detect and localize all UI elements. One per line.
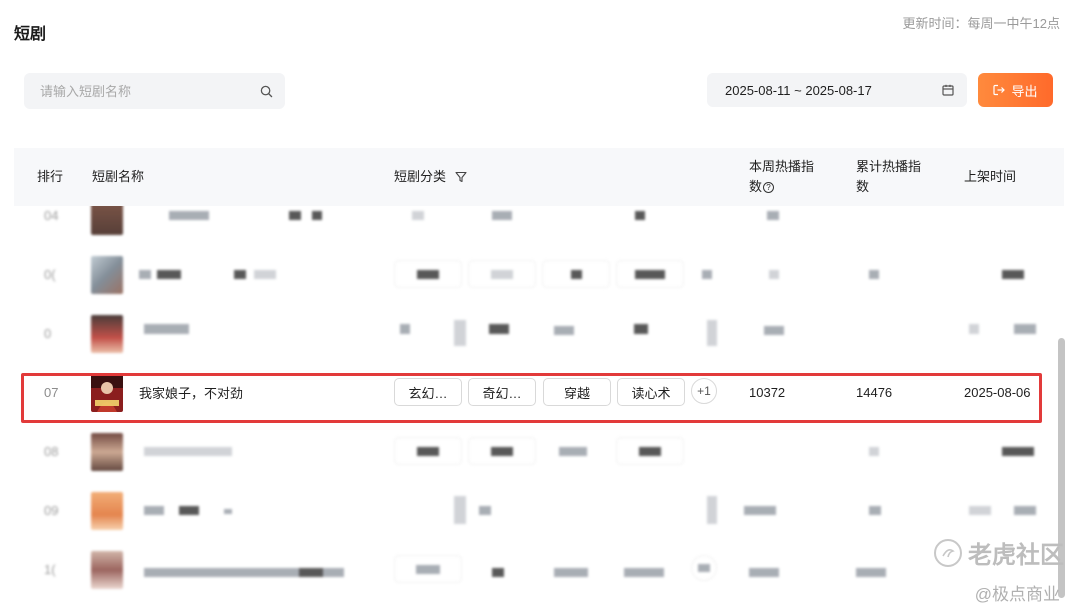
tiger-logo-icon	[934, 538, 962, 567]
rank-cell: 08	[44, 444, 59, 459]
drama-poster[interactable]	[91, 373, 123, 412]
rank-cell: 09	[44, 503, 59, 518]
search-box[interactable]	[24, 73, 285, 109]
header-category[interactable]: 短剧分类	[394, 148, 468, 206]
help-icon[interactable]: ?	[763, 182, 775, 193]
release-date-value: 2025-08-06	[964, 385, 1031, 400]
watermark: 老虎社区	[934, 535, 1064, 570]
watermark-sub: @极点商业	[974, 585, 1060, 604]
category-tag[interactable]: 穿越	[543, 378, 611, 406]
more-tags-badge[interactable]: +1	[691, 378, 717, 404]
header-weekly-heat-line2: 数	[749, 179, 763, 194]
date-range-picker[interactable]: 2025-08-11 ~ 2025-08-17	[707, 73, 967, 107]
calendar-icon[interactable]	[941, 83, 955, 97]
header-total-heat-line1: 累计热播指	[856, 159, 922, 174]
table-header: 排行 短剧名称 短剧分类 本周热播指 数? 累计热播指 数 上架时间	[14, 148, 1064, 206]
page-title: 短剧	[14, 26, 47, 43]
header-total-heat-line2: 数	[856, 179, 870, 194]
header-rank: 排行	[37, 169, 64, 184]
date-range-value: 2025-08-11 ~ 2025-08-17	[725, 82, 872, 98]
table-row-highlighted[interactable]: 07 我家娘子，不对劲 玄幻… 奇幻… 穿越 读心术 +1 10372 1447…	[14, 363, 1064, 422]
drama-poster	[91, 491, 123, 530]
weekly-heat-value: 10372	[749, 385, 786, 400]
table-row[interactable]: 0	[14, 304, 1064, 363]
total-heat-value: 14476	[856, 385, 893, 400]
drama-ranking-table: 排行 短剧名称 短剧分类 本周热播指 数? 累计热播指 数 上架时间 04 0(	[14, 148, 1064, 614]
export-icon	[993, 84, 1006, 96]
header-weekly-heat-line1: 本周热播指	[749, 159, 815, 174]
header-release-date: 上架时间	[964, 169, 1017, 184]
drama-name[interactable]: 我家娘子，不对劲	[139, 363, 243, 422]
header-name: 短剧名称	[92, 169, 145, 184]
drama-poster	[91, 432, 123, 471]
rank-cell: 0(	[44, 267, 56, 282]
rank-cell: 0	[44, 326, 52, 341]
table-row[interactable]: 08	[14, 422, 1064, 481]
header-total-heat[interactable]: 累计热播指 数	[856, 148, 921, 206]
drama-poster	[91, 314, 123, 353]
category-tag[interactable]: 玄幻…	[394, 378, 462, 406]
export-label: 导出	[1011, 83, 1038, 99]
drama-poster	[91, 550, 123, 589]
search-icon[interactable]	[259, 84, 273, 98]
category-tag[interactable]: 读心术	[617, 378, 685, 406]
rank-cell: 07	[44, 385, 59, 400]
drama-poster	[91, 255, 123, 294]
table-row[interactable]: 1(	[14, 540, 1064, 599]
header-weekly-heat[interactable]: 本周热播指 数?	[749, 148, 814, 206]
table-row[interactable]: 09	[14, 481, 1064, 540]
table-row[interactable]: 0(	[14, 245, 1064, 304]
filter-icon[interactable]	[454, 170, 468, 184]
category-tag[interactable]: 奇幻…	[468, 378, 536, 406]
header-category-label: 短剧分类	[394, 169, 447, 184]
watermark-main: 老虎社区	[968, 542, 1064, 569]
export-button[interactable]: 导出	[978, 73, 1053, 107]
update-time-note: 更新时间：每周一中午12点	[902, 16, 1060, 31]
search-input[interactable]	[40, 83, 259, 99]
rank-cell: 1(	[44, 562, 56, 577]
